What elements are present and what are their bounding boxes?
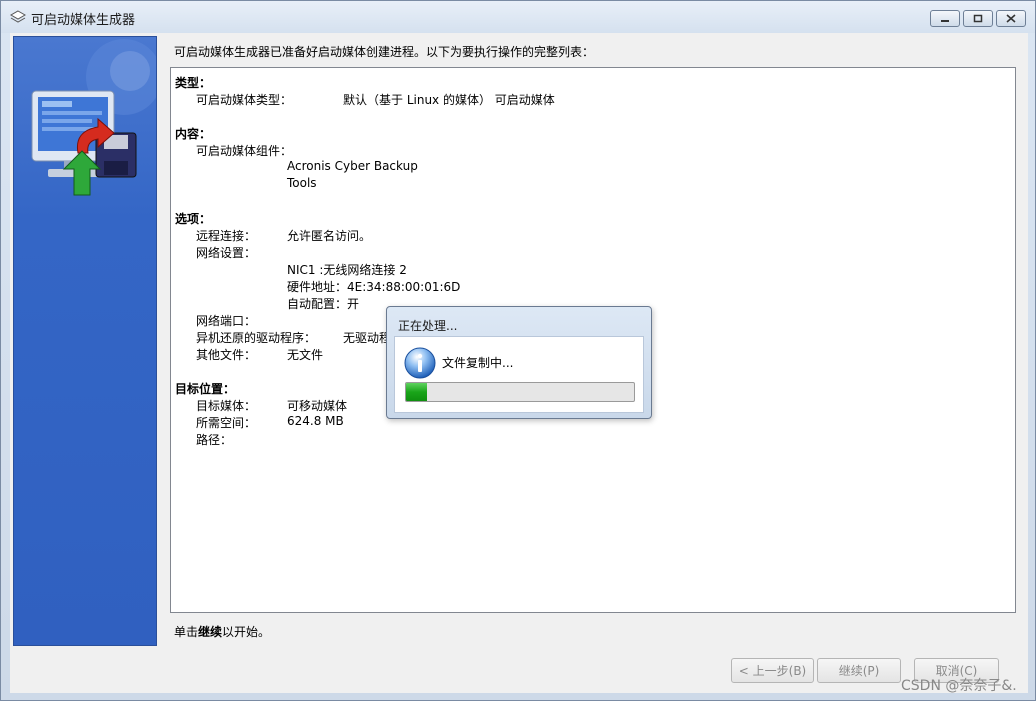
other-files-label: 其他文件： <box>196 348 257 362</box>
component-item: Acronis Cyber Backup <box>287 159 418 173</box>
network-settings-label: 网络设置： <box>196 246 257 260</box>
media-type-label: 可启动媒体类型： <box>196 93 293 107</box>
footer-suffix: 以开始。 <box>222 625 271 639</box>
close-icon <box>1006 14 1016 23</box>
options-heading: 选项： <box>175 212 212 226</box>
target-heading: 目标位置： <box>175 382 236 396</box>
bootable-media-illustration-icon <box>31 39 156 196</box>
close-button[interactable] <box>996 10 1026 27</box>
components-label: 可启动媒体组件： <box>196 144 293 158</box>
main-window: 可启动媒体生成器 可启动媒体生成器已准备好启动媒体创建进程。以下为要执行操作的完… <box>0 0 1036 701</box>
contents-heading: 内容： <box>175 127 212 141</box>
wizard-side-panel <box>13 36 157 646</box>
nic-auto-config: 自动配置：开 <box>287 297 360 311</box>
remote-connection-value: 允许匿名访问。 <box>287 229 372 243</box>
progress-dialog-body: 文件复制中... <box>394 336 644 413</box>
intro-text: 可启动媒体生成器已准备好启动媒体创建进程。以下为要执行操作的完整列表： <box>174 45 595 59</box>
nic-mac-address: 硬件地址：4E:34:88:00:01:6D <box>287 280 461 294</box>
path-label: 路径： <box>196 433 233 447</box>
progress-dialog-title: 正在处理... <box>398 319 458 333</box>
window-title: 可启动媒体生成器 <box>31 13 136 28</box>
info-icon <box>404 347 436 379</box>
media-type-value: 默认（基于 Linux 的媒体） 可启动媒体 <box>343 93 555 107</box>
minimize-button[interactable] <box>930 10 960 27</box>
required-space-label: 所需空间： <box>196 416 257 430</box>
csdn-watermark: CSDN @奈奈子&. <box>901 678 1017 694</box>
network-port-label: 网络端口： <box>196 314 257 328</box>
copy-progress-fill <box>406 383 427 401</box>
target-media-value: 可移动媒体 <box>287 399 348 413</box>
restore-icon <box>973 14 983 23</box>
app-icon <box>10 10 26 23</box>
other-files-value: 无文件 <box>287 348 324 362</box>
restore-button[interactable] <box>963 10 993 27</box>
footer-prefix: 单击 <box>174 625 199 639</box>
driver-label: 异机还原的驱动程序： <box>196 331 317 345</box>
progress-message: 文件复制中... <box>442 356 514 370</box>
target-media-label: 目标媒体： <box>196 399 257 413</box>
continue-button[interactable]: 继续(P) <box>817 658 901 683</box>
footer-continue-word: 继续 <box>198 625 223 639</box>
minimize-icon <box>941 19 949 22</box>
type-heading: 类型： <box>175 76 212 90</box>
footer-instruction: 单击继续以开始。 <box>174 623 270 640</box>
copy-progress-bar <box>405 382 635 402</box>
back-button[interactable]: < 上一步(B) <box>731 658 814 683</box>
progress-dialog[interactable]: 正在处理... 文件复制中... <box>386 306 652 419</box>
driver-value: 无驱动程 <box>343 331 392 345</box>
required-space-value: 624.8 MB <box>287 414 344 428</box>
component-item: Tools <box>287 176 317 190</box>
title-bar[interactable]: 可启动媒体生成器 <box>1 1 1035 33</box>
nic-name: NIC1 :无线网络连接 2 <box>287 263 407 277</box>
remote-connection-label: 远程连接： <box>196 229 257 243</box>
